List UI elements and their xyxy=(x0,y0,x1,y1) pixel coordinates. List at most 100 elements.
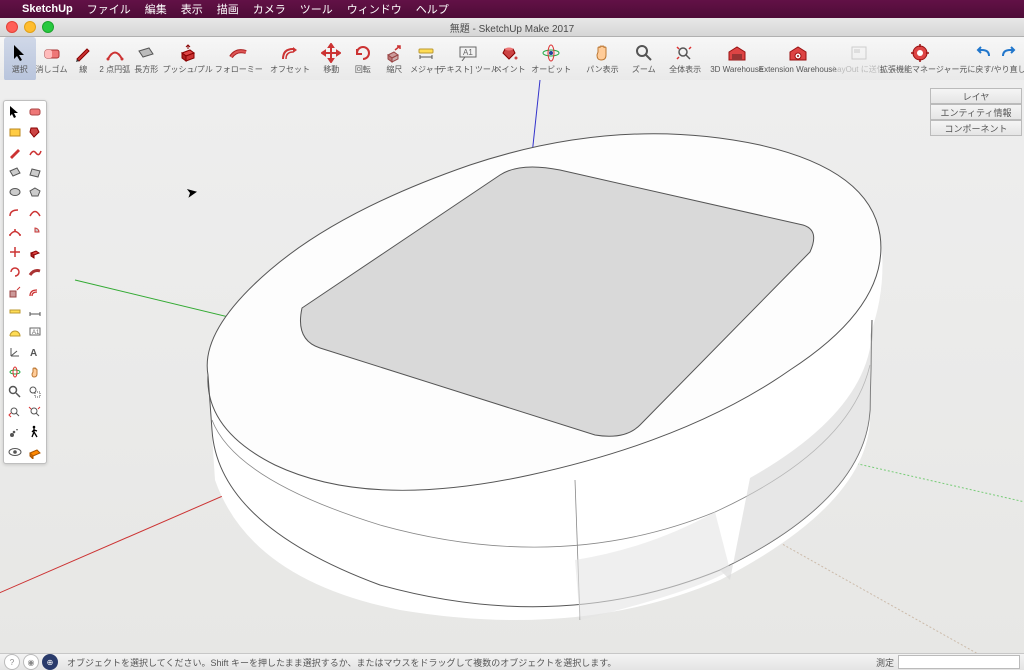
palette-circle[interactable] xyxy=(5,182,25,202)
palette-section[interactable] xyxy=(25,442,45,462)
palette-eraser[interactable] xyxy=(25,102,45,122)
move-icon xyxy=(321,41,341,65)
tool-text-label: [テキスト] ツール xyxy=(436,65,498,74)
palette-3dtext[interactable]: A xyxy=(25,342,45,362)
tool-offset[interactable]: オフセット xyxy=(264,37,315,81)
menubar-item-draw[interactable]: 描画 xyxy=(217,1,239,17)
palette-protractor[interactable] xyxy=(5,322,25,342)
panel-tab-layers[interactable]: レイヤ xyxy=(930,88,1022,104)
palette-pie[interactable] xyxy=(25,222,45,242)
tool-extwh-label: Extension Warehouse xyxy=(759,65,837,74)
palette-position[interactable] xyxy=(5,422,25,442)
tool-arc[interactable]: 2 点円弧 xyxy=(99,37,131,81)
palette-2pt-arc[interactable] xyxy=(25,202,45,222)
palette-orbit[interactable] xyxy=(5,362,25,382)
menubar-item-view[interactable]: 表示 xyxy=(181,1,203,17)
measure-icon xyxy=(416,41,436,65)
palette-paint[interactable] xyxy=(25,122,45,142)
arc-icon xyxy=(105,41,125,65)
palette-rotate[interactable] xyxy=(5,262,25,282)
palette-dimension[interactable] xyxy=(25,302,45,322)
status-geo-icon[interactable]: ⊕ xyxy=(42,654,58,670)
palette-axes[interactable] xyxy=(5,342,25,362)
tool-redo[interactable] xyxy=(996,37,1020,81)
eraser-icon xyxy=(42,41,62,65)
ext-warehouse-icon xyxy=(787,41,809,65)
palette-rectangle[interactable] xyxy=(5,162,25,182)
tool-extension-manager[interactable]: 拡張機能マネージャー xyxy=(885,37,955,81)
palette-zoom-window[interactable] xyxy=(25,382,45,402)
tool-move[interactable]: 移動 xyxy=(316,37,348,81)
palette-offset[interactable] xyxy=(25,282,45,302)
palette-polygon[interactable] xyxy=(25,182,45,202)
tool-text[interactable]: A1 [テキスト] ツール xyxy=(442,37,494,81)
menubar-item-edit[interactable]: 編集 xyxy=(145,1,167,17)
palette-3pt-arc[interactable] xyxy=(5,222,25,242)
status-user-icon[interactable]: ◉ xyxy=(23,654,39,670)
tool-undo[interactable]: 元に戻す/やり直し xyxy=(972,37,996,81)
tool-3d-warehouse[interactable]: 3D Warehouse xyxy=(711,37,763,81)
palette-select[interactable] xyxy=(5,102,25,122)
tool-paint-label: ペイント xyxy=(494,65,526,74)
window-close-button[interactable] xyxy=(6,21,18,33)
status-help-icon[interactable]: ? xyxy=(4,654,20,670)
text-icon: A1 xyxy=(457,41,479,65)
palette-look[interactable] xyxy=(5,442,25,462)
rect-icon xyxy=(136,41,156,65)
tool-eraser-label: 消しゴム xyxy=(36,65,68,74)
palette-zoom-ext[interactable] xyxy=(25,402,45,422)
tool-scale[interactable]: 縮尺 xyxy=(379,37,411,81)
tool-arc-label: 2 点円弧 xyxy=(99,65,130,74)
tool-select-label: 選択 xyxy=(12,65,28,74)
palette-zoom[interactable] xyxy=(5,382,25,402)
window-traffic-lights xyxy=(6,21,54,33)
palette-pushpull[interactable] xyxy=(25,242,45,262)
menubar-item-window[interactable]: ウィンドウ xyxy=(347,1,402,17)
tool-measure[interactable]: メジャー xyxy=(410,37,442,81)
menubar-item-file[interactable]: ファイル xyxy=(87,1,131,17)
tool-rotate[interactable]: 回転 xyxy=(347,37,379,81)
menubar-item-camera[interactable]: カメラ xyxy=(253,1,286,17)
menubar-item-help[interactable]: ヘルプ xyxy=(416,1,449,17)
tool-paint[interactable]: ペイント xyxy=(494,37,526,81)
measure-input[interactable] xyxy=(898,655,1020,669)
model-viewport[interactable]: ➤ xyxy=(0,80,1024,654)
tool-pushpull[interactable]: プッシュ/プル xyxy=(162,37,213,81)
tool-zoomext-label: 全体表示 xyxy=(669,65,701,74)
tool-select[interactable]: 選択 xyxy=(4,37,36,81)
palette-pan[interactable] xyxy=(25,362,45,382)
palette-line[interactable] xyxy=(5,142,25,162)
palette-followme[interactable] xyxy=(25,262,45,282)
panel-tab-entityinfo[interactable]: エンティティ情報 xyxy=(930,104,1022,120)
menubar-app-name[interactable]: SketchUp xyxy=(22,3,73,15)
panel-tab-components[interactable]: コンポーネント xyxy=(930,120,1022,136)
tool-zoom[interactable]: ズーム xyxy=(628,37,660,81)
tool-pan[interactable]: パン表示 xyxy=(577,37,628,81)
palette-measure[interactable] xyxy=(5,302,25,322)
palette-walk[interactable] xyxy=(25,422,45,442)
palette-component[interactable] xyxy=(5,122,25,142)
window-zoom-button[interactable] xyxy=(42,21,54,33)
palette-rot-rect[interactable] xyxy=(25,162,45,182)
palette-arc[interactable] xyxy=(5,202,25,222)
main-toolbar: 選択 消しゴム 線 2 点円弧 長方形 プッシュ/プル フォローミー オフセッ xyxy=(0,37,1024,82)
palette-scale[interactable] xyxy=(5,282,25,302)
tool-eraser[interactable]: 消しゴム xyxy=(36,37,68,81)
tool-zoom-extents[interactable]: 全体表示 xyxy=(660,37,711,81)
tool-extension-warehouse[interactable]: Extension Warehouse xyxy=(763,37,833,81)
palette-freehand[interactable] xyxy=(25,142,45,162)
tool-line[interactable]: 線 xyxy=(68,37,100,81)
palette-move[interactable] xyxy=(5,242,25,262)
tool-rectangle[interactable]: 長方形 xyxy=(131,37,163,81)
offset-icon xyxy=(280,41,300,65)
undo-icon xyxy=(975,41,993,65)
menubar-item-tools[interactable]: ツール xyxy=(300,1,333,17)
tool-followme[interactable]: フォローミー xyxy=(213,37,264,81)
right-panel-tabs: レイヤ エンティティ情報 コンポーネント xyxy=(930,88,1022,136)
tool-orbit[interactable]: オービット xyxy=(526,37,577,81)
window-minimize-button[interactable] xyxy=(24,21,36,33)
tool-pushpull-label: プッシュ/プル xyxy=(162,65,212,74)
palette-zoom-prev[interactable] xyxy=(5,402,25,422)
followme-icon xyxy=(228,41,250,65)
palette-text[interactable]: A1 xyxy=(25,322,45,342)
